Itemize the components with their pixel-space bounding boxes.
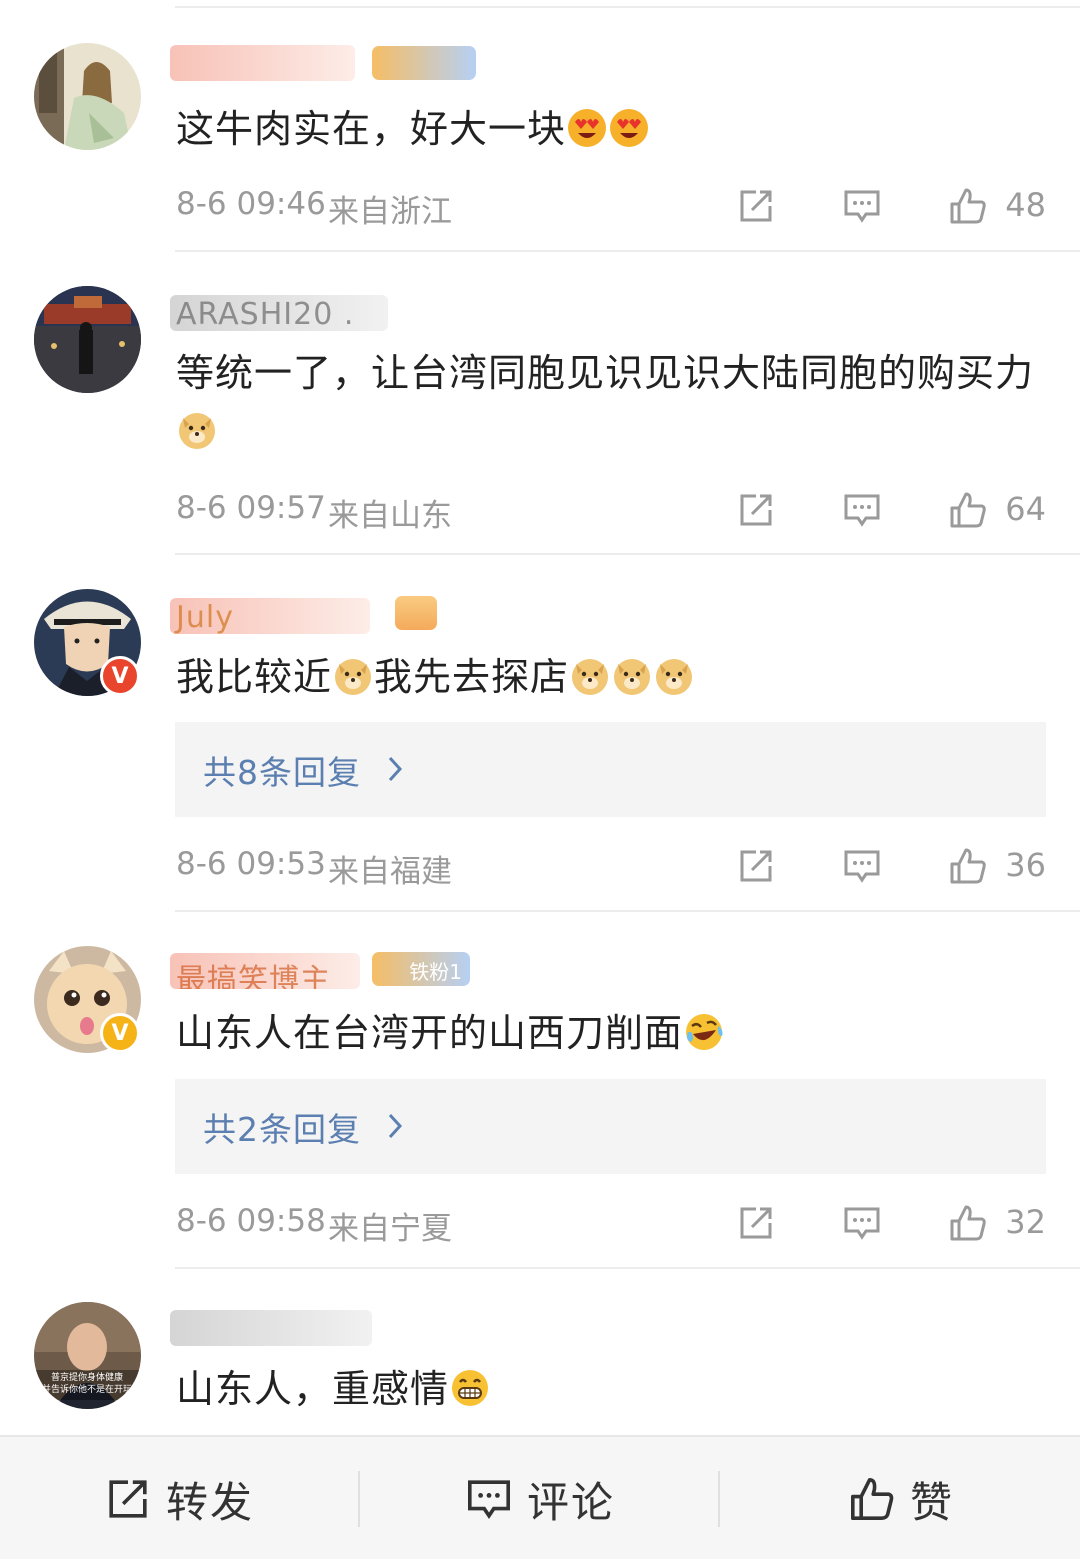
comment-text-body: 我比较近	[176, 655, 333, 699]
comment-time: 8-6 09:58	[176, 1203, 326, 1239]
avatar[interactable]	[34, 43, 141, 150]
doge-emoji-icon	[614, 659, 651, 695]
comment-text-body: 山东人，重感情	[176, 1367, 450, 1411]
like-icon[interactable]	[948, 846, 988, 886]
username-blurred[interactable]: ARASHI20 .	[170, 295, 388, 331]
avatar-caption: 并告诉你他不是在开玩	[42, 1383, 132, 1395]
bar-divider	[718, 1471, 720, 1527]
username-blurred[interactable]: July	[170, 598, 370, 634]
username-blurred[interactable]	[170, 1310, 372, 1346]
doge-emoji-icon	[335, 659, 372, 695]
repost-icon[interactable]	[736, 1203, 776, 1243]
fan-badge: 铁粉1	[372, 952, 470, 986]
like-icon[interactable]	[948, 186, 988, 226]
like-icon[interactable]	[948, 1203, 988, 1243]
comment-label: 评论	[527, 1477, 616, 1527]
comment-text-body: 山东人在台湾开的山西刀削面	[176, 1011, 684, 1055]
grin-emoji-icon	[452, 1370, 489, 1406]
repost-icon[interactable]	[736, 186, 776, 226]
comment-text: 我比较近 我先去探店	[176, 648, 1040, 706]
heart-eyes-emoji-icon	[610, 109, 649, 147]
like-count: 48	[1005, 186, 1046, 224]
username-blurred[interactable]: 最搞笑博主	[170, 953, 360, 989]
comment-icon[interactable]	[842, 186, 882, 226]
comment-text: 等统一了，让台湾同胞见识见识大陆同胞的购买力	[176, 344, 1040, 460]
like-count: 64	[1005, 490, 1046, 528]
username-blurred[interactable]	[170, 45, 355, 81]
chevron-right-icon	[388, 1113, 403, 1139]
avatar[interactable]: 普京提你身体健康 并告诉你他不是在开玩	[34, 1302, 141, 1409]
comment-divider	[175, 250, 1080, 252]
comment-text-body: 我先去探店	[374, 655, 570, 699]
comment-meta: 8-6 09:53 来自福建 36	[176, 846, 1046, 890]
verified-badge-icon: V	[100, 1013, 140, 1053]
avatar[interactable]	[34, 286, 141, 393]
user-badge	[372, 46, 476, 80]
repost-icon[interactable]	[736, 846, 776, 886]
comment-meta: 8-6 09:57 来自山东 64	[176, 490, 1046, 534]
replies-link[interactable]: 共2条回复	[175, 1079, 1046, 1174]
comment-icon[interactable]	[842, 490, 882, 530]
like-icon	[851, 1478, 894, 1520]
like-count: 32	[1005, 1203, 1046, 1241]
comment-icon[interactable]	[842, 1203, 882, 1243]
like-icon[interactable]	[948, 490, 988, 530]
comment-text: 山东人，重感情	[176, 1360, 1040, 1418]
repost-label: 转发	[166, 1477, 255, 1527]
like-count: 36	[1005, 846, 1046, 884]
chevron-right-icon	[388, 756, 403, 782]
avatar-caption: 普京提你身体健康	[51, 1371, 123, 1383]
top-divider	[175, 6, 1080, 8]
comment-text: 这牛肉实在，好大一块	[176, 100, 1040, 158]
comment-location: 来自福建	[328, 854, 452, 890]
comment-time: 8-6 09:57	[176, 490, 326, 526]
comment-text-body: 这牛肉实在，好大一块	[176, 107, 567, 151]
bottom-action-bar: 转发 评论 赞	[0, 1435, 1080, 1559]
comment-icon[interactable]	[842, 846, 882, 886]
repost-icon[interactable]	[736, 490, 776, 530]
verified-badge-icon: V	[100, 656, 140, 696]
doge-emoji-icon	[572, 659, 609, 695]
comment-meta: 8-6 09:58 来自宁夏 32	[176, 1203, 1046, 1247]
bar-divider	[358, 1471, 360, 1527]
replies-count: 共8条回复	[203, 753, 361, 792]
comment-divider	[175, 910, 1080, 912]
comment-button[interactable]: 评论	[465, 1437, 615, 1559]
comment-meta: 8-6 09:46 来自浙江 48	[176, 186, 1046, 230]
replies-link[interactable]: 共8条回复	[175, 722, 1046, 817]
doge-emoji-icon	[179, 413, 215, 449]
comment-location: 来自浙江	[328, 194, 452, 230]
repost-button[interactable]: 转发	[104, 1437, 254, 1559]
repost-icon	[109, 1480, 147, 1518]
like-label: 赞	[910, 1477, 955, 1527]
comment-time: 8-6 09:53	[176, 846, 326, 882]
comment-divider	[175, 553, 1080, 555]
like-button[interactable]: 赞	[848, 1437, 954, 1559]
user-badge	[395, 596, 437, 630]
comment-icon	[468, 1480, 510, 1520]
comment-location: 来自宁夏	[328, 1211, 452, 1247]
comment-time: 8-6 09:46	[176, 186, 326, 222]
comment-divider	[175, 1267, 1080, 1269]
comment-location: 来自山东	[328, 498, 452, 534]
doge-emoji-icon	[656, 659, 693, 695]
comment-text: 山东人在台湾开的山西刀削面	[176, 1004, 1040, 1062]
heart-eyes-emoji-icon	[568, 109, 607, 147]
comment-text-body: 等统一了，让台湾同胞见识见识大陆同胞的购买力	[176, 351, 1035, 395]
replies-count: 共2条回复	[203, 1110, 361, 1149]
laugh-cry-emoji-icon	[686, 1014, 723, 1050]
